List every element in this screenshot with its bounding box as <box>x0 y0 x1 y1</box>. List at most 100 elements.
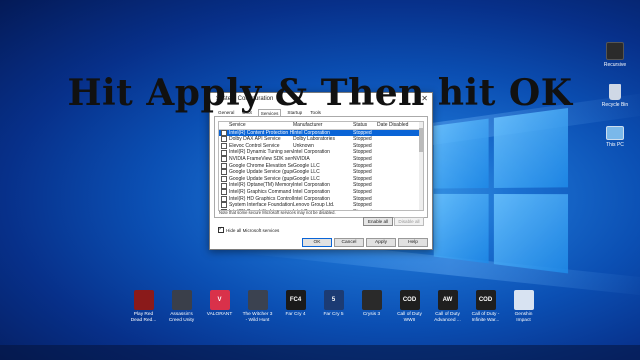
apply-button[interactable]: Apply <box>366 238 396 247</box>
cancel-button[interactable]: Cancel <box>334 238 364 247</box>
game-shortcut[interactable]: COD Call of Duty WWII <box>394 290 425 324</box>
service-date-disabled <box>377 182 417 189</box>
service-date-disabled <box>377 209 417 210</box>
game-shortcut[interactable]: COD Call of Duty - Infinite War... <box>470 290 501 324</box>
service-checkbox[interactable] <box>221 195 227 202</box>
service-manufacturer: Intel Corporation <box>293 129 330 136</box>
mouse-cursor-icon: ⬉ <box>360 226 366 234</box>
game-shortcut[interactable]: Assassin's Creed Unity <box>166 290 197 324</box>
game-shortcut[interactable]: AW Call of Duty Advanced ... <box>432 290 463 324</box>
service-status: Stopped <box>353 149 372 156</box>
service-date-disabled <box>377 156 417 163</box>
service-name: Intel(R) HD Graphics Control Pa... <box>229 195 293 202</box>
game-label: Assassin's Creed Unity <box>168 312 195 323</box>
service-name: Intel(R) Dynamic Tuning service <box>229 149 293 156</box>
table-row[interactable]: Google Update Service (gupdate)Google LL… <box>219 169 423 176</box>
ok-button[interactable]: OK <box>302 238 332 247</box>
game-shortcut[interactable]: V VALORANT <box>204 290 235 324</box>
service-checkbox[interactable] <box>221 182 227 189</box>
column-header-manufacturer[interactable]: Manufacturer <box>293 122 353 129</box>
service-status: Stopped <box>353 129 372 136</box>
service-name: Intel(R) Optane(TM) Memory Se... <box>229 182 293 189</box>
service-name: Intel(R) Graphics Command Cen... <box>229 188 293 195</box>
services-panel: Service Manufacturer Status Date Disable… <box>214 116 428 218</box>
desktop-icon-label: Recursive <box>603 62 627 68</box>
service-checkbox[interactable] <box>221 202 227 209</box>
service-manufacturer: Intel Corporation <box>293 195 330 202</box>
service-checkbox[interactable] <box>221 143 227 150</box>
table-header: Service Manufacturer Status Date Disable… <box>219 122 423 130</box>
service-date-disabled <box>377 149 417 156</box>
game-label: Far Cry 5 <box>323 312 344 317</box>
game-shortcut[interactable]: 5 Far Cry 5 <box>318 290 349 324</box>
game-shortcut[interactable]: The Witcher 3 - Wild Hunt <box>242 290 273 324</box>
table-row[interactable]: Elevoc Control Service Unknown Stopped <box>219 143 423 150</box>
game-icon: V <box>209 290 230 310</box>
windows-logo-wallpaper <box>433 108 569 278</box>
game-icon <box>513 290 534 310</box>
service-name: Intel(R) Content Protection HDC... <box>229 129 293 136</box>
scrollbar-thumb[interactable] <box>419 128 423 152</box>
service-checkbox[interactable] <box>221 136 227 143</box>
game-label: Call of Duty Advanced ... <box>434 312 461 323</box>
bottom-strip <box>0 345 640 360</box>
enable-all-button[interactable]: Enable all <box>363 217 393 226</box>
service-checkbox[interactable] <box>221 129 227 136</box>
hide-microsoft-services-checkbox[interactable] <box>218 226 224 233</box>
table-row[interactable]: Intel(R) Content Protection HDC...Intel … <box>219 129 423 137</box>
service-checkbox[interactable] <box>221 169 227 176</box>
table-row[interactable]: Google Update Service (gupdate...Google … <box>219 176 423 183</box>
game-icon: 5 <box>323 290 344 310</box>
table-row[interactable]: Intel(R) Dynamic Tuning service Intel Cor… <box>219 149 423 156</box>
column-header-status[interactable]: Status <box>353 122 377 129</box>
game-label: Far Cry 4 <box>285 312 306 317</box>
table-row[interactable]: NVIDIA FrameView SDK serviceNVIDIA Stoppe… <box>219 156 423 163</box>
game-icon <box>171 290 192 310</box>
service-manufacturer: Intel Corporation <box>293 188 330 195</box>
game-shortcut[interactable]: Play Red Dead Red... <box>128 290 159 324</box>
hide-microsoft-services[interactable]: Hide all Microsoft services <box>218 226 279 233</box>
service-status: Stopped <box>353 142 372 149</box>
service-status: Stopped <box>353 175 372 182</box>
secure-services-note: Note that some secure Microsoft services… <box>219 210 336 215</box>
service-checkbox[interactable] <box>221 162 227 169</box>
column-header-date-disabled[interactable]: Date Disabled <box>377 122 417 129</box>
table-row[interactable]: Intel(R) Graphics Command Cen...Intel Co… <box>219 189 423 196</box>
game-label: Play Red Dead Red... <box>130 312 157 323</box>
services-list[interactable]: Service Manufacturer Status Date Disable… <box>218 121 424 211</box>
service-name: Elevoc Control Service <box>229 142 280 149</box>
scrollbar[interactable] <box>419 122 423 210</box>
service-checkbox[interactable] <box>221 149 227 156</box>
game-label: VALORANT <box>206 312 233 317</box>
service-status: Stopped <box>353 188 372 195</box>
game-shortcut[interactable]: FC4 Far Cry 4 <box>280 290 311 324</box>
service-manufacturer: Google LLC <box>293 175 320 182</box>
service-status: Stopped <box>353 202 372 209</box>
game-icon: AW <box>437 290 458 310</box>
service-name: Google Update Service (gupdate... <box>229 175 293 182</box>
service-status: Stopped <box>353 136 372 143</box>
help-button[interactable]: Help <box>398 238 428 247</box>
service-manufacturer: Dolby Laboratories <box>293 136 335 143</box>
service-checkbox[interactable] <box>221 156 227 163</box>
game-shortcut[interactable]: Genshin Impact <box>508 290 539 324</box>
service-name: NVIDIA FrameView SDK service <box>229 155 293 162</box>
service-checkbox[interactable] <box>221 176 227 183</box>
system-configuration-dialog: System Configuration ✕ General Boot Serv… <box>209 92 433 250</box>
disable-all-button[interactable]: Disable all <box>394 217 424 226</box>
table-row[interactable]: Google Chrome Elevation Servic...Google … <box>219 163 423 170</box>
column-header-service[interactable]: Service <box>229 122 293 129</box>
desktop-icon-this-pc[interactable]: This PC <box>598 126 632 148</box>
service-date-disabled <box>377 189 417 196</box>
table-row[interactable]: System Interface Foundation Se...Lenovo … <box>219 202 423 209</box>
desktop-icon-recursive[interactable]: Recursive <box>598 42 632 68</box>
game-icon <box>133 290 154 310</box>
table-row[interactable]: Intel(R) Optane(TM) Memory Se...Intel Co… <box>219 182 423 189</box>
service-date-disabled <box>377 163 417 170</box>
table-row[interactable]: Dolby DAX API Service Dolby Laboratories S… <box>219 136 423 143</box>
table-row[interactable]: Intel(R) HD Graphics Control Pa...Intel … <box>219 196 423 203</box>
service-name: System Interface Foundation Se... <box>229 202 293 209</box>
game-shortcut[interactable]: Crysis 3 <box>356 290 387 324</box>
service-date-disabled <box>377 143 417 150</box>
service-checkbox[interactable] <box>221 189 227 196</box>
